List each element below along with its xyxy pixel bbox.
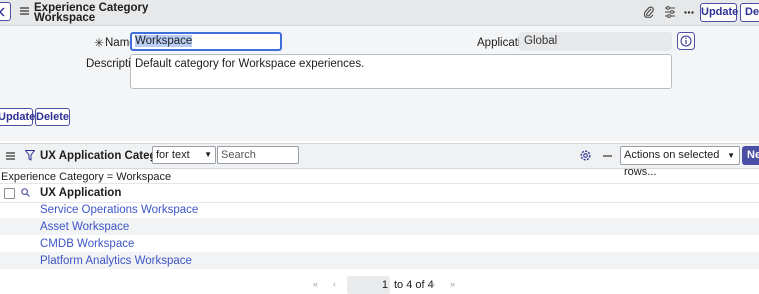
page-input[interactable]: 1 xyxy=(347,276,390,294)
personalize-icon[interactable] xyxy=(664,6,676,18)
page-range: to 4 of 4 xyxy=(394,279,434,291)
list-menu-icon[interactable] xyxy=(6,152,15,160)
search-input[interactable]: Search xyxy=(217,146,299,164)
title-line-2: Workspace xyxy=(34,12,96,24)
name-field[interactable]: Workspace xyxy=(130,32,282,51)
search-field-select[interactable]: for text ▼ xyxy=(152,146,216,164)
application-field: Global xyxy=(519,32,672,51)
name-value: Workspace xyxy=(135,35,193,47)
row-link[interactable]: CMDB Workspace xyxy=(40,238,134,250)
row-link[interactable]: Asset Workspace xyxy=(40,221,129,233)
header-delete-button[interactable]: Dele xyxy=(740,3,759,22)
related-list-header: UX Application Category M2Ms for text ▼ … xyxy=(0,143,759,178)
caret-down-icon: ▼ xyxy=(204,150,212,159)
back-button[interactable] xyxy=(0,2,11,21)
table-row: Asset Workspace xyxy=(0,218,759,235)
last-page-icon[interactable]: » xyxy=(450,279,455,289)
collapse-icon[interactable] xyxy=(603,155,612,157)
page-title: Experience Category Workspace xyxy=(34,2,154,24)
reference-info-icon[interactable] xyxy=(677,32,695,50)
search-field-value: for text xyxy=(156,149,190,161)
row-link[interactable]: Service Operations Workspace xyxy=(40,204,198,216)
filter-breadcrumb[interactable]: Experience Category = Workspace xyxy=(1,171,171,183)
new-button[interactable]: Ne xyxy=(742,146,759,165)
form-body: ✳ Name Workspace Application Global Desc… xyxy=(0,26,759,141)
pagination: « ‹ 1 to 4 of 4 › » xyxy=(0,276,759,294)
update-button[interactable]: Update xyxy=(0,108,35,126)
row-link[interactable]: Platform Analytics Workspace xyxy=(40,255,192,267)
column-header-ux-application[interactable]: UX Application xyxy=(40,187,121,199)
form-header: Experience Category Workspace Update Del… xyxy=(0,0,759,26)
delete-button[interactable]: Delete xyxy=(35,108,70,126)
chevron-left-icon xyxy=(0,7,5,17)
table-row: Service Operations Workspace xyxy=(0,201,759,218)
caret-down-icon: ▼ xyxy=(727,151,735,160)
search-icon[interactable] xyxy=(21,188,30,197)
filter-icon[interactable] xyxy=(25,150,35,161)
header-update-button[interactable]: Update xyxy=(700,3,738,22)
next-page-icon[interactable]: › xyxy=(432,279,435,289)
table-header-row: UX Application xyxy=(0,183,759,203)
mandatory-icon: ✳ xyxy=(94,36,105,50)
attachment-icon[interactable] xyxy=(644,6,654,18)
actions-select[interactable]: Actions on selected rows... ▼ xyxy=(620,146,740,178)
description-field[interactable]: Default category for Workspace experienc… xyxy=(130,54,672,89)
more-options-icon[interactable] xyxy=(684,11,694,14)
previous-page-icon[interactable]: ‹ xyxy=(333,279,336,289)
first-page-icon[interactable]: « xyxy=(313,279,318,289)
context-menu-icon[interactable] xyxy=(20,7,29,15)
select-all-checkbox[interactable] xyxy=(4,188,15,199)
actions-select-value: Actions on selected rows... xyxy=(624,149,720,178)
table-row: Platform Analytics Workspace xyxy=(0,252,759,269)
table-row: CMDB Workspace xyxy=(0,235,759,252)
settings-gear-icon[interactable] xyxy=(580,150,591,161)
